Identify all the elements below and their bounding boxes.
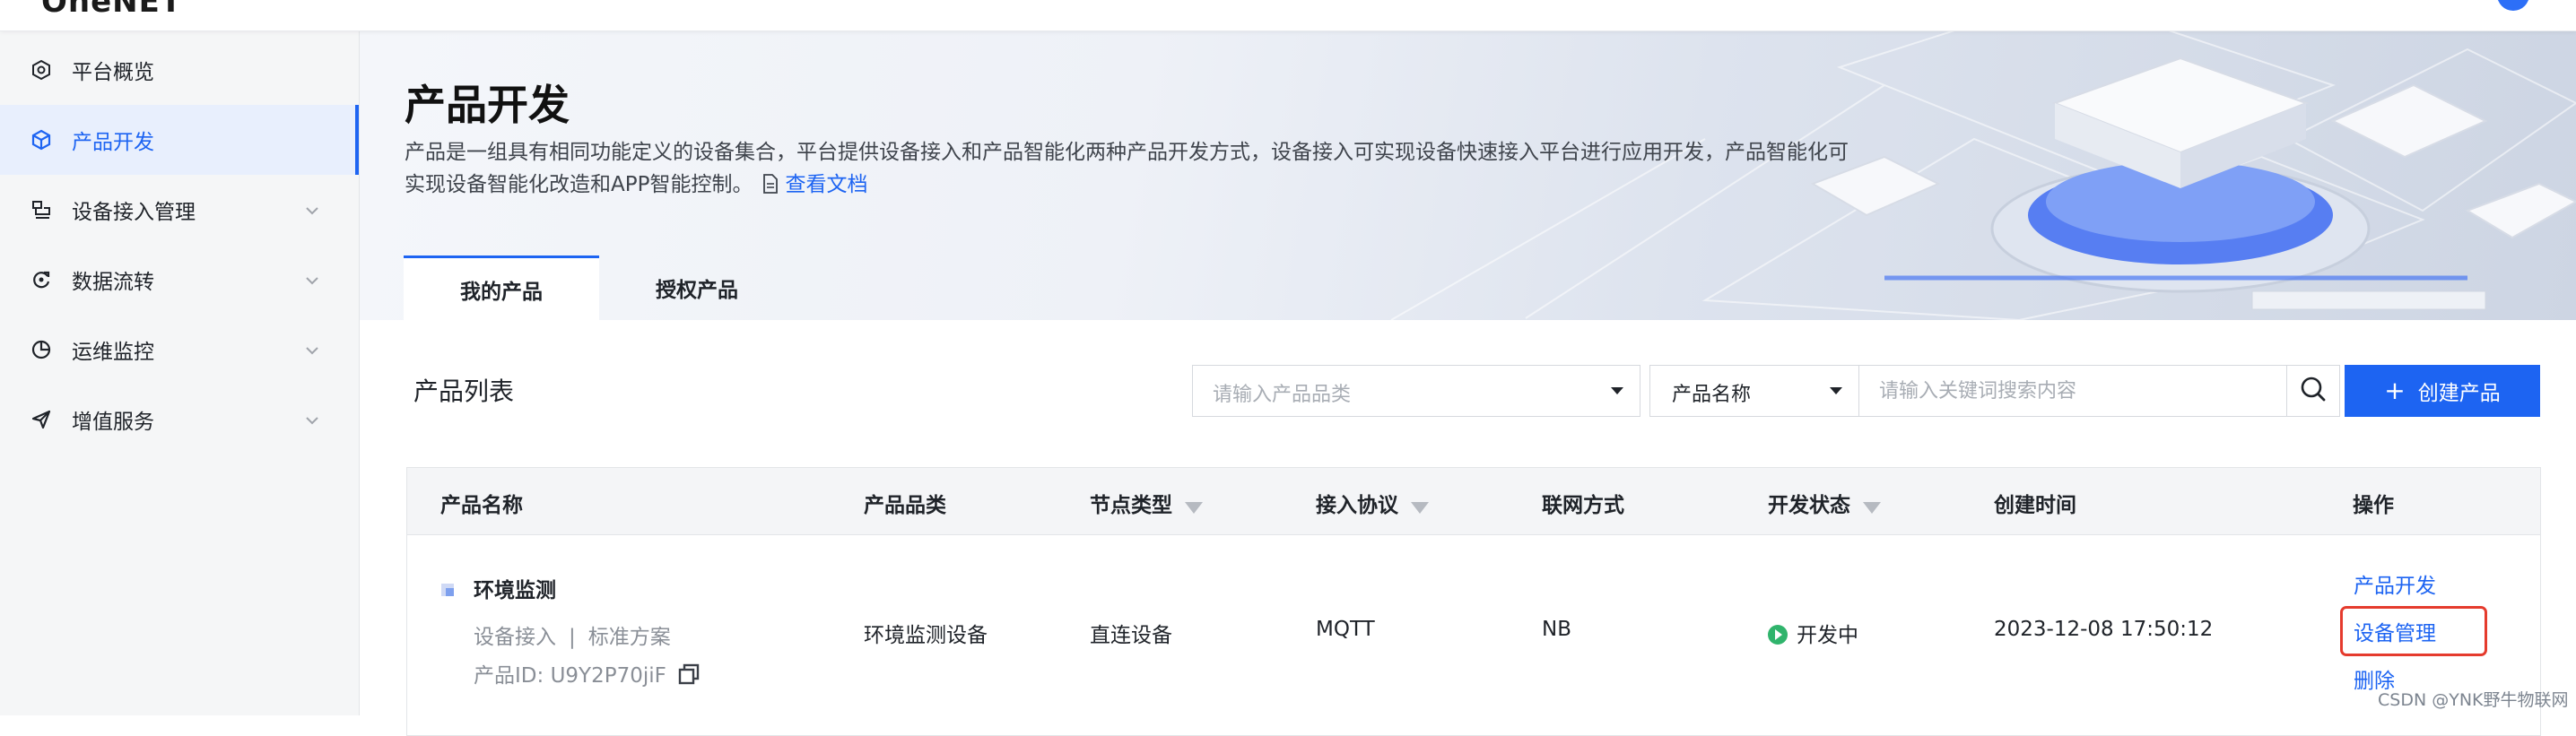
filter-icon[interactable] — [1185, 502, 1203, 514]
column-header: 产品名称 — [440, 494, 523, 517]
page-description: 产品是一组具有相同功能定义的设备集合，平台提供设备接入和产品智能化两种产品开发方… — [405, 136, 1867, 203]
data-flow-icon — [29, 267, 54, 292]
column-header: 产品品类 — [864, 494, 946, 517]
product-id-value: U9Y2P70jiF — [550, 664, 666, 688]
header-banner: 产品开发 产品是一组具有相同功能定义的设备集合，平台提供设备接入和产品智能化两种… — [360, 31, 2576, 320]
column-header-protocol: 接入协议 — [1316, 488, 1429, 518]
scheme-type: 标准方案 — [587, 626, 671, 649]
create-product-button[interactable]: + 创建产品 — [2345, 365, 2540, 417]
chevron-down-icon — [305, 341, 319, 359]
plus-icon: + — [2384, 376, 2406, 405]
main-content: 产品开发 产品是一组具有相同功能定义的设备集合，平台提供设备接入和产品智能化两种… — [360, 31, 2576, 736]
product-category: 环境监测设备 — [864, 624, 988, 647]
sidebar-item-label: 产品开发 — [72, 131, 154, 154]
tab-authorized-products[interactable]: 授权产品 — [599, 255, 795, 320]
column-header: 创建时间 — [1994, 494, 2076, 517]
table-header: 产品名称 产品品类 节点类型 接入协议 联网方式 开发状态 创建时间 操作 — [407, 468, 2540, 535]
chevron-down-icon — [305, 271, 319, 290]
created-time: 2023-12-08 17:50:12 — [1994, 618, 2214, 641]
dev-status: 开发中 — [1768, 618, 1858, 648]
chevron-down-icon — [305, 201, 319, 220]
watermark: CSDN @YNK野牛物联网 — [2378, 690, 2569, 710]
sidebar-item-product-dev[interactable]: 产品开发 — [0, 105, 359, 175]
column-header-label: 接入协议 — [1316, 494, 1398, 517]
column-header-status: 开发状态 — [1768, 488, 1881, 518]
search-input[interactable] — [1858, 365, 2287, 417]
page-title: 产品开发 — [405, 81, 570, 129]
description-text: 产品是一组具有相同功能定义的设备集合，平台提供设备接入和产品智能化两种产品开发方… — [405, 141, 1849, 196]
protocol: MQTT — [1316, 618, 1375, 641]
filter-icon[interactable] — [1863, 502, 1881, 514]
network-type: NB — [1542, 618, 1571, 641]
search-field-select[interactable]: 产品名称 — [1649, 365, 1859, 417]
column-header: 操作 — [2353, 494, 2394, 517]
column-header-label: 开发状态 — [1768, 494, 1850, 517]
monitor-icon — [29, 337, 54, 362]
product-name[interactable]: 环境监测 — [474, 573, 556, 603]
caret-down-icon — [1830, 387, 1842, 394]
highlight-box — [2340, 606, 2487, 656]
sidebar-item-overview[interactable]: 平台概览 — [0, 35, 359, 105]
overview-icon — [29, 57, 54, 82]
access-type: 设备接入 — [474, 626, 556, 649]
product-id-label: 产品ID: — [474, 664, 544, 688]
cube-icon — [29, 127, 54, 152]
onenet-logo[interactable]: OneNET — [41, 0, 182, 20]
meta-separator: | — [569, 626, 576, 649]
search-button[interactable] — [2286, 365, 2340, 417]
column-header-node-type: 节点类型 — [1090, 488, 1203, 518]
create-product-label: 创建产品 — [2417, 382, 2501, 405]
dev-status-label: 开发中 — [1797, 624, 1858, 647]
table-row: 环境监测 设备接入 | 标准方案 产品ID: U9Y2P70jiF 环境监测设备 直… — [407, 535, 2540, 723]
product-meta: 设备接入 | 标准方案 — [474, 619, 671, 650]
sidebar-item-label: 运维监控 — [72, 341, 154, 364]
user-avatar[interactable] — [2497, 0, 2529, 11]
category-placeholder: 请输入产品品类 — [1213, 384, 1352, 406]
view-docs-link[interactable]: 查看文档 — [785, 173, 867, 196]
column-header-label: 节点类型 — [1090, 494, 1172, 517]
device-access-icon — [29, 197, 54, 222]
caret-down-icon — [1611, 387, 1623, 394]
product-table: 产品名称 产品品类 节点类型 接入协议 联网方式 开发状态 创建时间 操作 环境… — [406, 467, 2541, 736]
product-id: 产品ID: U9Y2P70jiF — [474, 658, 701, 691]
copy-icon[interactable] — [677, 662, 701, 691]
column-header: 联网方式 — [1542, 494, 1624, 517]
sidebar-item-label: 平台概览 — [72, 61, 154, 84]
status-play-icon — [1768, 625, 1788, 645]
document-icon — [761, 171, 779, 203]
product-list-panel: 产品列表 请输入产品品类 产品名称 + 创建产品 产品名称 产品品类 节点类型 … — [360, 320, 2576, 736]
product-dev-link[interactable]: 产品开发 — [2354, 568, 2436, 599]
sidebar-item-label: 设备接入管理 — [72, 201, 196, 224]
sidebar-item-label: 数据流转 — [72, 271, 154, 294]
tab-my-products[interactable]: 我的产品 — [404, 255, 599, 320]
product-list-title: 产品列表 — [413, 377, 515, 406]
category-select[interactable]: 请输入产品品类 — [1192, 365, 1640, 417]
sidebar-item-data-flow[interactable]: 数据流转 — [0, 245, 359, 315]
top-bar: OneNET — [0, 0, 2576, 31]
send-icon — [29, 407, 54, 432]
sidebar-item-monitor[interactable]: 运维监控 — [0, 315, 359, 385]
sidebar-item-label: 增值服务 — [72, 411, 154, 434]
node-type: 直连设备 — [1090, 624, 1172, 647]
sidebar-item-device-access[interactable]: 设备接入管理 — [0, 175, 359, 245]
filter-icon[interactable] — [1411, 502, 1429, 514]
search-field-value: 产品名称 — [1672, 384, 1752, 406]
search-icon — [2300, 376, 2327, 406]
sidebar: 平台概览 产品开发 设备接入管理 数据流转 运维监控 增值服务 — [0, 31, 360, 715]
sidebar-item-value-added[interactable]: 增值服务 — [0, 385, 359, 455]
chevron-down-icon — [305, 411, 319, 429]
product-icon — [441, 584, 454, 596]
